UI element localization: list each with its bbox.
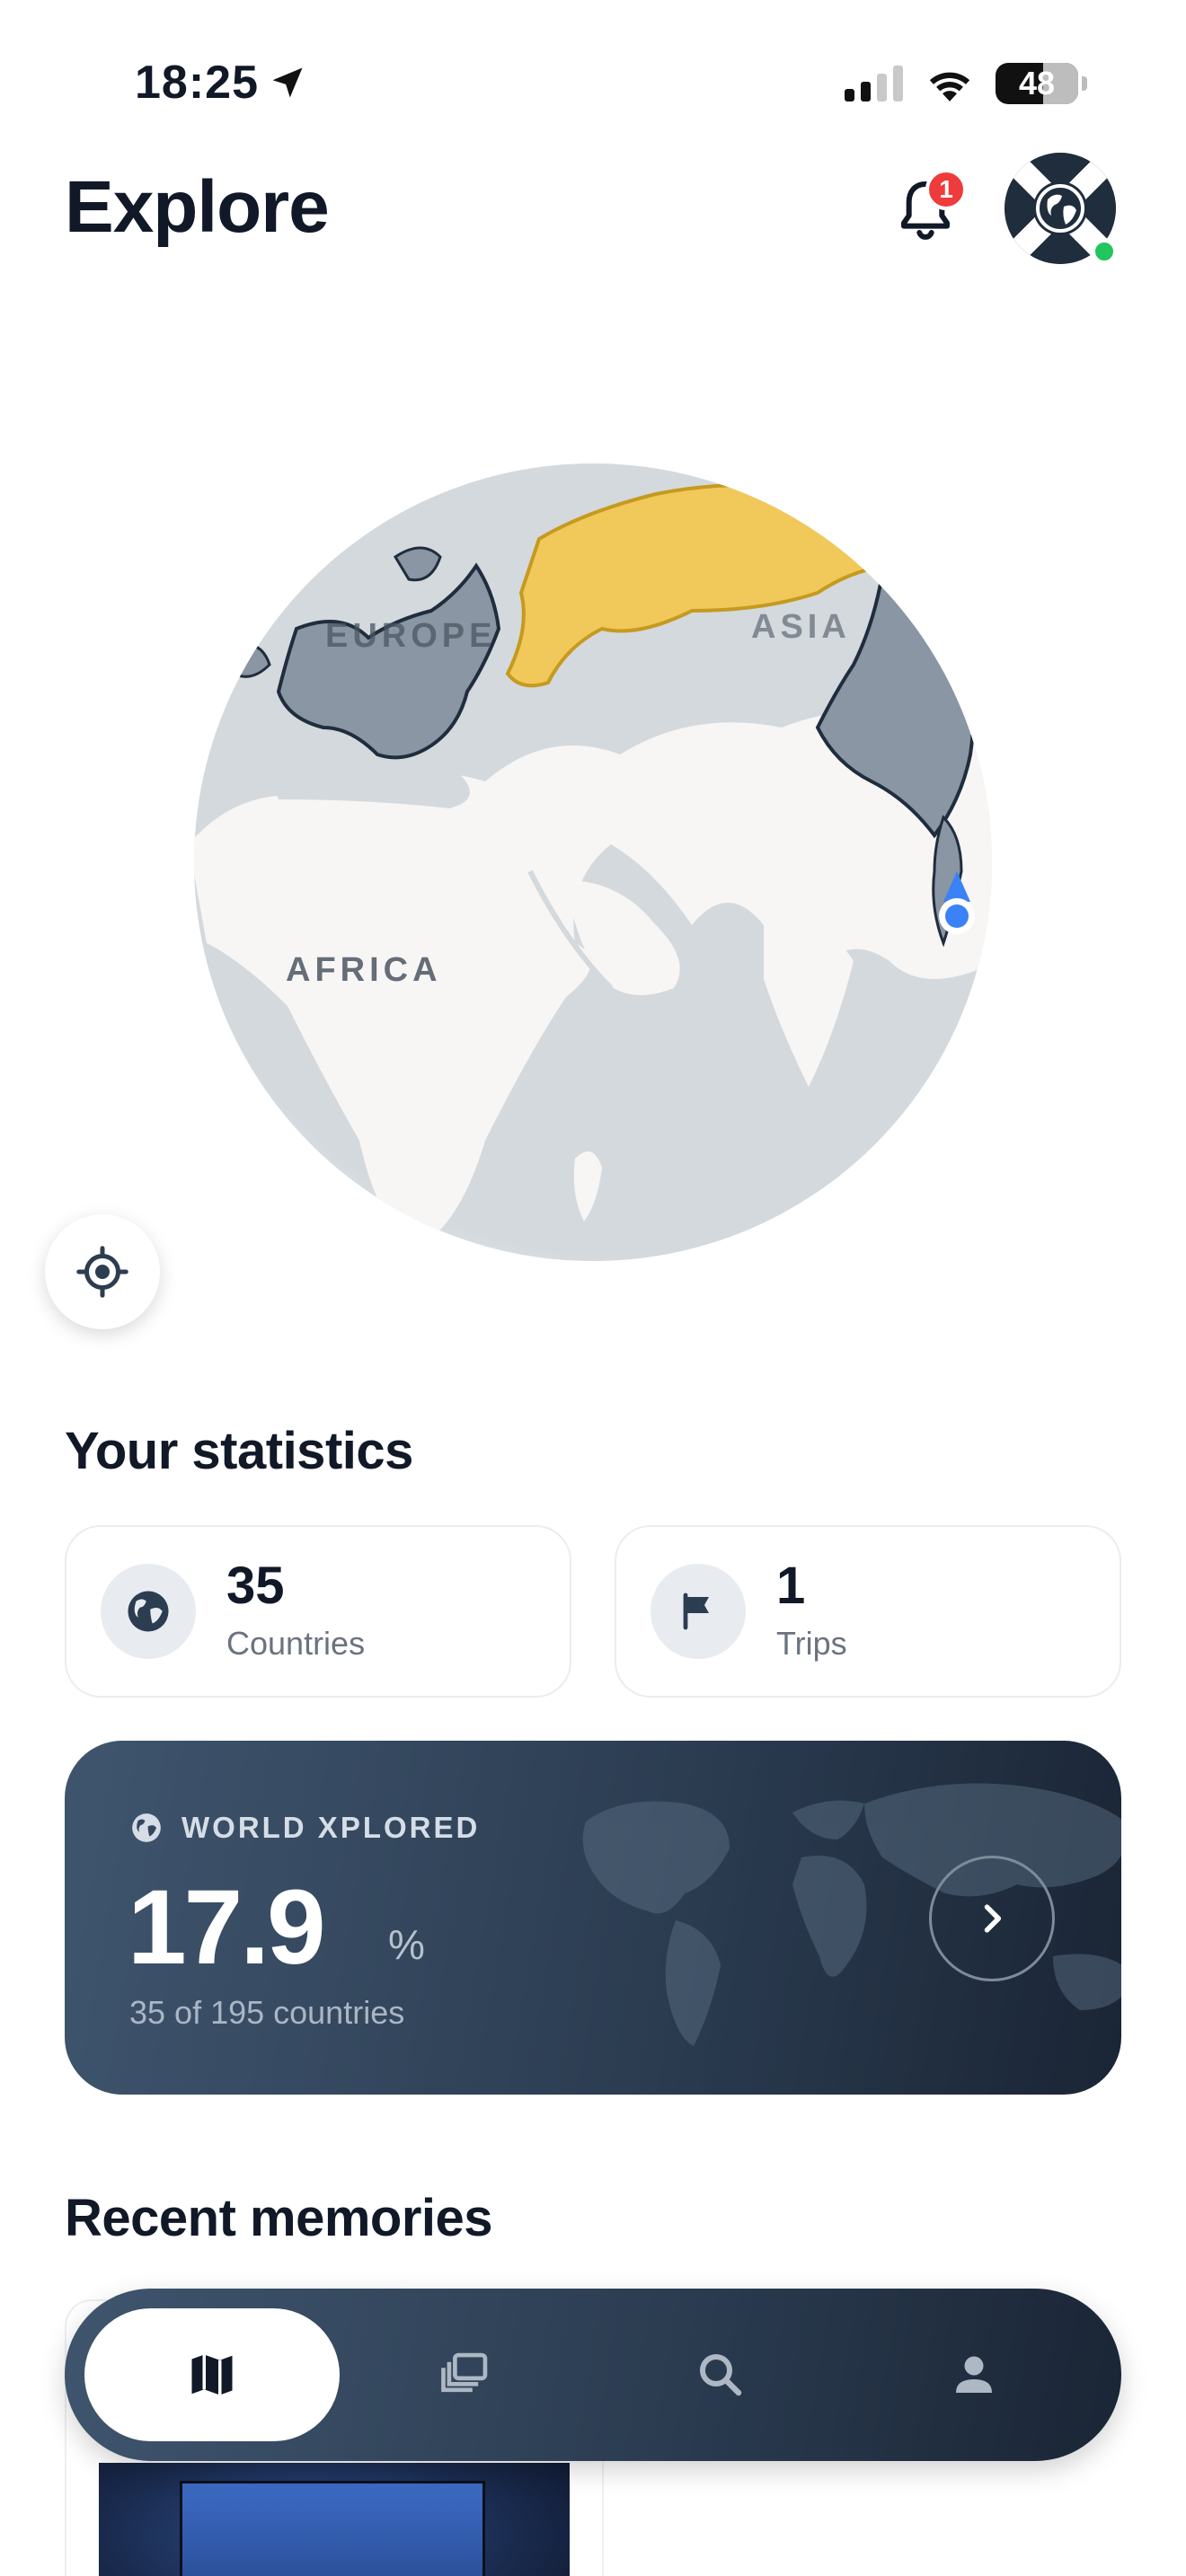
memories-section-title: Recent memories [65, 2189, 493, 2247]
memory-photo [99, 2463, 570, 2576]
globe-icon [128, 1591, 169, 1632]
globe-icon [132, 1813, 161, 1842]
recenter-location-button[interactable] [45, 1214, 160, 1329]
map-icon [191, 2354, 233, 2395]
crosshair-icon [76, 1246, 128, 1298]
statistics-section-title: Your statistics [65, 1422, 413, 1480]
tab-search[interactable] [593, 2308, 848, 2441]
stat-icon-container [651, 1564, 746, 1659]
countries-label: Countries [226, 1625, 366, 1662]
countries-stat-card[interactable]: 35 Countries [65, 1525, 571, 1698]
cellular-signal-icon [845, 66, 903, 101]
status-icons: 48 [845, 63, 1087, 104]
trips-label: Trips [776, 1625, 847, 1662]
search-icon [700, 2354, 742, 2396]
region-label-africa: AFRICA [286, 951, 442, 989]
tab-profile[interactable] [846, 2308, 1102, 2441]
world-xplored-unit: % [388, 1921, 425, 1968]
tab-map[interactable] [84, 2308, 340, 2441]
trips-stat-card[interactable]: 1 Trips [615, 1525, 1121, 1698]
world-xplored-label: WORLD XPLORED [181, 1811, 481, 1844]
location-arrow-icon [272, 67, 303, 98]
trips-count: 1 [776, 1557, 806, 1615]
chevron-right-icon [984, 1904, 1002, 1933]
world-xplored-percent: 17.9 [128, 1868, 326, 1987]
wifi-icon [929, 72, 970, 101]
flag-icon [683, 1592, 709, 1630]
battery-level: 48 [1018, 65, 1056, 101]
world-xplored-subtitle: 35 of 195 countries [129, 1994, 405, 2031]
region-label-europe: EUROPE [325, 617, 496, 655]
online-status-dot [1091, 238, 1118, 265]
stat-icon-container [101, 1564, 196, 1659]
page-title: Explore [65, 166, 330, 248]
person-icon [956, 2356, 992, 2393]
world-xplored-card[interactable]: WORLD XPLORED 17.9 % 35 of 195 countries [65, 1741, 1121, 2095]
bottom-tab-bar [65, 2289, 1121, 2461]
globe-map[interactable]: EUROPE ASIA AFRICA [189, 458, 997, 1266]
world-xplored-header: WORLD XPLORED [129, 1811, 480, 1845]
photos-icon [441, 2352, 488, 2393]
countries-count: 35 [226, 1557, 285, 1615]
tab-memories[interactable] [338, 2308, 593, 2441]
status-bar: 18:25 48 [0, 0, 1186, 171]
battery-tip [1082, 76, 1087, 91]
notification-badge: 1 [925, 169, 967, 210]
clock: 18:25 [135, 57, 259, 109]
status-time: 18:25 [135, 56, 307, 110]
region-label-asia: ASIA [751, 608, 851, 646]
battery-icon: 48 [996, 63, 1078, 104]
world-xplored-open-button[interactable] [929, 1856, 1055, 1981]
